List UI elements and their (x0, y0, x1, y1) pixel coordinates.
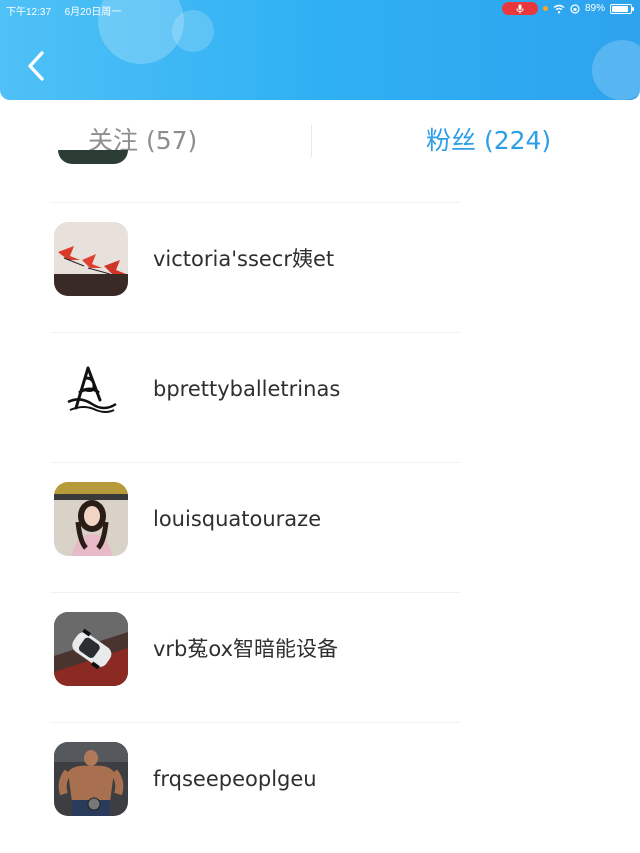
avatar (54, 612, 128, 686)
battery-icon (610, 3, 634, 14)
avatar (54, 742, 128, 816)
follower-name: bprettyballetrinas (153, 377, 341, 401)
follower-row[interactable]: frqseepeoplgeu (0, 720, 640, 850)
follower-name: vrb菟ox智暗能设备 (153, 637, 339, 661)
avatar (54, 352, 128, 426)
decorative-bubble (592, 40, 640, 100)
status-date: 6月20日周一 (64, 7, 122, 18)
screen: 下午12:37 6月20日周一 89% 关注 (57) 粉丝 (224) vic… (0, 0, 640, 853)
follower-row[interactable]: bprettyballetrinas (0, 330, 640, 460)
paper-cranes-image (54, 222, 128, 296)
status-time: 下午12:37 (6, 7, 52, 18)
status-right: 89% (501, 2, 634, 15)
ballet-logo-image (54, 352, 128, 426)
partial-avatar (58, 150, 128, 164)
wifi-icon (553, 4, 565, 13)
battery-level (612, 5, 628, 12)
follower-row[interactable]: victoria'ssecr姨et (0, 200, 640, 330)
battery-percent: 89% (584, 3, 605, 14)
car-image (54, 612, 128, 686)
follower-name: victoria'ssecr姨et (153, 247, 335, 271)
privacy-dot-icon (542, 6, 548, 11)
follower-name: louisquatouraze (153, 507, 322, 531)
bodybuilder-image (54, 742, 128, 816)
status-bar: 下午12:37 6月20日周一 89% (0, 0, 640, 18)
girl-portrait-image (54, 482, 128, 556)
back-button[interactable] (18, 44, 54, 88)
microphone-indicator (501, 2, 538, 15)
follower-list: victoria'ssecr姨et bprettyballetrinas lou… (0, 150, 640, 853)
follower-name: frqseepeoplgeu (153, 767, 317, 791)
microphone-icon (516, 4, 524, 13)
header-bar: 下午12:37 6月20日周一 89% (0, 0, 640, 100)
follower-row[interactable]: louisquatouraze (0, 460, 640, 590)
orientation-lock-icon (570, 3, 580, 14)
avatar (54, 222, 128, 296)
follower-row[interactable]: vrb菟ox智暗能设备 (0, 590, 640, 720)
status-left: 下午12:37 6月20日周一 (6, 3, 121, 18)
battery-tip (632, 6, 634, 11)
avatar (54, 482, 128, 556)
chevron-left-icon (28, 51, 44, 81)
